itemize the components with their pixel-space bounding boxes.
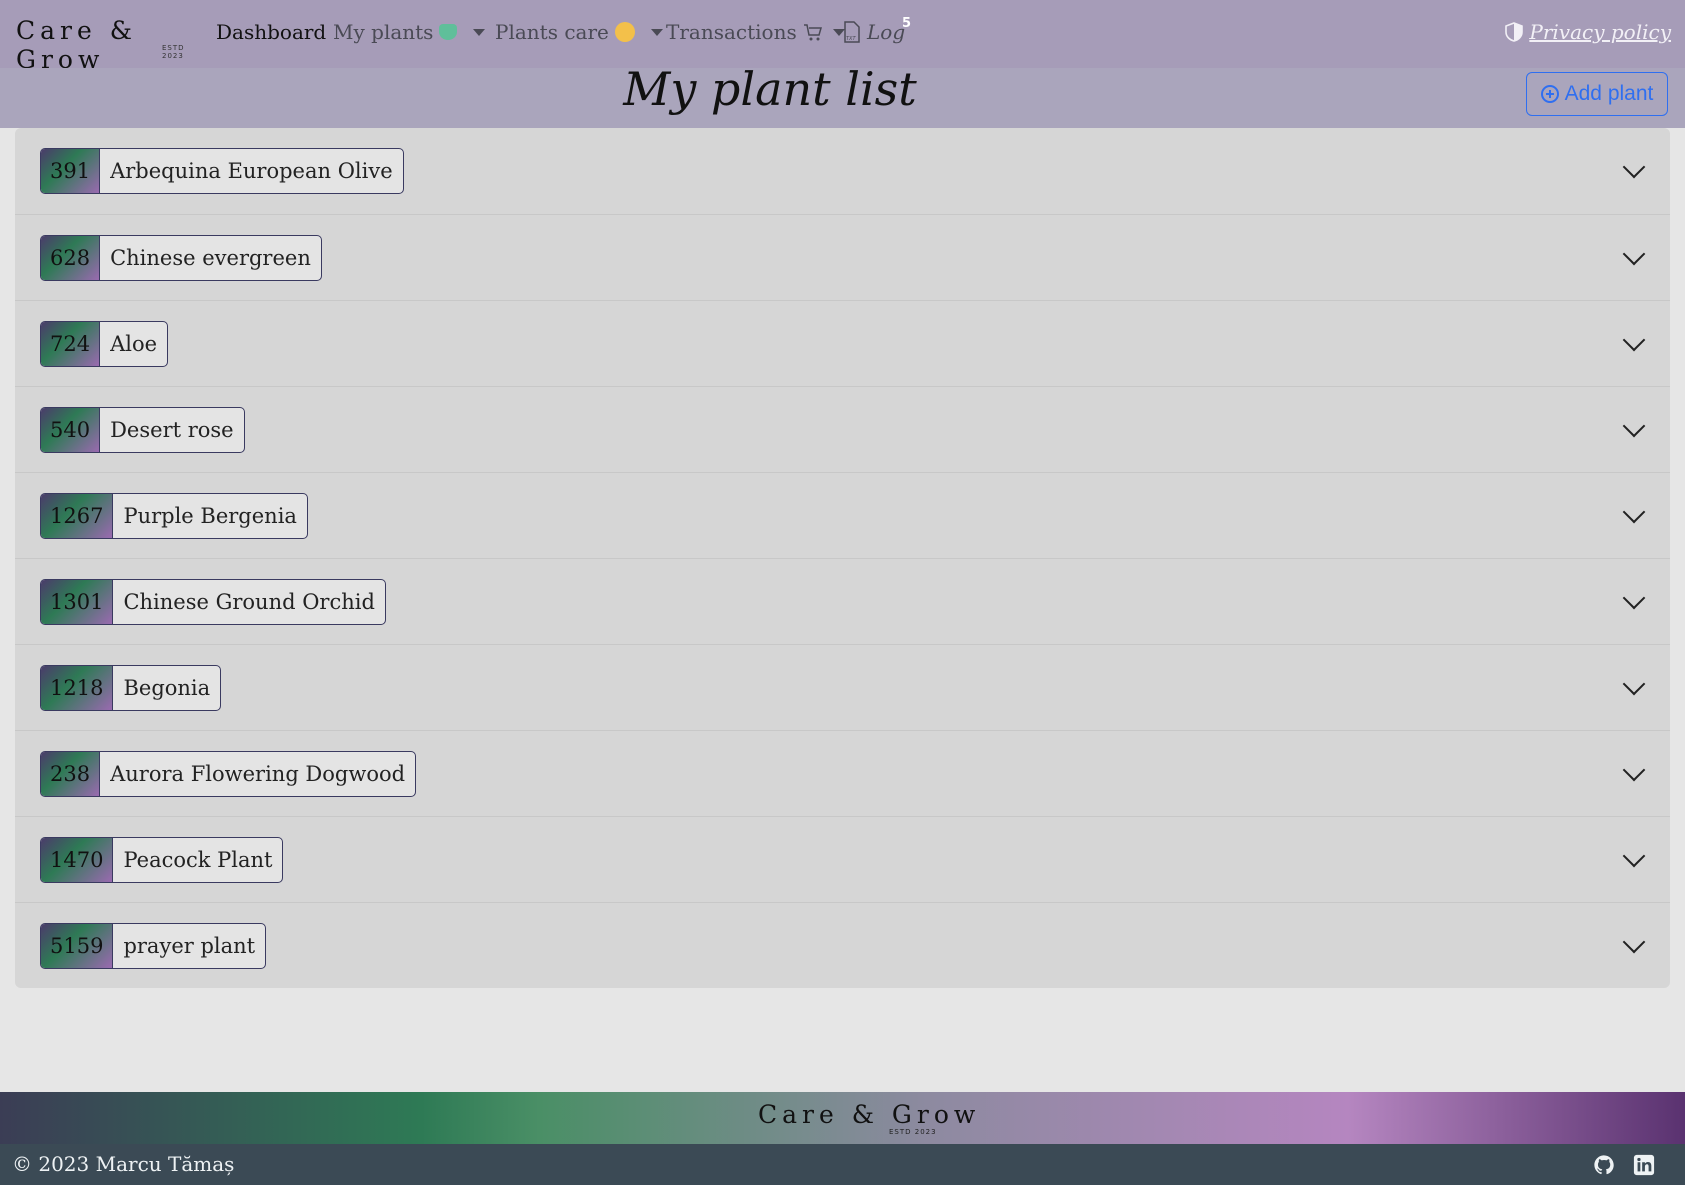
chevron-down-icon[interactable] (1622, 155, 1646, 179)
nav-plants-care-label: Plants care (495, 20, 609, 44)
chevron-down-icon (650, 28, 663, 36)
chevron-down-icon[interactable] (1622, 758, 1646, 782)
chevron-down-icon[interactable] (1622, 586, 1646, 610)
plant-accordion-item[interactable]: 1218 Begonia (15, 644, 1670, 731)
plant-id: 1301 (41, 580, 114, 624)
chevron-down-icon[interactable] (1622, 500, 1646, 524)
plant-accordion-item[interactable]: 628 Chinese evergreen (15, 214, 1670, 301)
add-plant-label: Add plant (1564, 82, 1654, 105)
page-title: My plant list (623, 62, 917, 116)
plant-chip: 724 Aloe (40, 321, 169, 367)
plant-chip: 391 Arbequina European Olive (40, 148, 404, 194)
svg-text:TXT: TXT (846, 36, 856, 42)
plant-name: Purple Bergenia (123, 504, 297, 528)
brand-estd: ESTD 2023 (162, 44, 185, 60)
plant-chip: 5159 prayer plant (40, 923, 267, 969)
plant-id: 628 (41, 236, 101, 280)
plant-name: Aurora Flowering Dogwood (110, 762, 406, 786)
plant-id: 540 (41, 408, 101, 452)
plant-name: Chinese Ground Orchid (123, 590, 375, 614)
txt-file-icon: TXT (844, 21, 860, 43)
plant-name: prayer plant (123, 934, 256, 958)
plant-accordion-item[interactable]: 238 Aurora Flowering Dogwood (15, 730, 1670, 817)
chevron-down-icon[interactable] (1622, 414, 1646, 438)
footer-brand-text: Care & Grow (758, 1100, 981, 1129)
privacy-policy-link[interactable]: Privacy policy (1505, 20, 1671, 44)
plant-chip: 540 Desert rose (40, 407, 245, 453)
brand-logo[interactable]: Care & Grow ESTD 2023 (16, 16, 192, 74)
plant-chip: 1218 Begonia (40, 665, 222, 711)
plant-accordion-item[interactable]: 1267 Purple Bergenia (15, 472, 1670, 559)
copyright-text: © 2023 Marcu Tămaș (12, 1152, 235, 1176)
nav-transactions-label: Transactions (666, 20, 797, 44)
nav-log-label: Log (867, 20, 906, 44)
add-plant-button[interactable]: Add plant (1526, 72, 1668, 116)
chevron-down-icon (473, 28, 486, 36)
plant-name: Aloe (110, 332, 158, 356)
plant-accordion-list: 391 Arbequina European Olive 628 Chinese… (15, 128, 1670, 988)
chevron-down-icon[interactable] (1622, 930, 1646, 954)
chevron-down-icon[interactable] (1622, 672, 1646, 696)
plant-id: 1267 (41, 494, 114, 538)
plant-name: Chinese evergreen (110, 246, 311, 270)
linkedin-icon[interactable] (1633, 1154, 1655, 1176)
plant-name: Peacock Plant (123, 848, 273, 872)
nav-my-plants-dropdown[interactable]: My plants (333, 20, 486, 44)
plant-id: 238 (41, 752, 101, 796)
github-icon[interactable] (1593, 1154, 1615, 1176)
plant-chip: 1267 Purple Bergenia (40, 493, 308, 539)
plant-accordion-item[interactable]: 5159 prayer plant (15, 902, 1670, 989)
nav-my-plants-label: My plants (333, 20, 434, 44)
plant-accordion-item[interactable]: 724 Aloe (15, 300, 1670, 387)
cart-icon (803, 24, 822, 41)
plant-id: 1218 (41, 666, 114, 710)
top-navbar: Care & Grow ESTD 2023 Dashboard My plant… (0, 0, 1685, 74)
chevron-down-icon[interactable] (1622, 328, 1646, 352)
plant-accordion-item[interactable]: 391 Arbequina European Olive (15, 128, 1670, 214)
plant-name: Begonia (123, 676, 211, 700)
plant-chip: 238 Aurora Flowering Dogwood (40, 751, 417, 797)
plant-chip: 1301 Chinese Ground Orchid (40, 579, 386, 625)
nav-log[interactable]: TXT Log (843, 20, 905, 44)
nav-dashboard[interactable]: Dashboard (216, 20, 326, 44)
nav-plants-care-dropdown[interactable]: Plants care (495, 20, 663, 44)
plant-accordion-item[interactable]: 1301 Chinese Ground Orchid (15, 558, 1670, 645)
smiling-face-icon (614, 22, 635, 42)
plant-name: Arbequina European Olive (110, 159, 393, 183)
plant-id: 1470 (41, 838, 114, 882)
plant-accordion-item[interactable]: 540 Desert rose (15, 386, 1670, 473)
plus-circle-icon (1540, 85, 1559, 103)
footer-bar (0, 1144, 1685, 1185)
chevron-down-icon[interactable] (1622, 242, 1646, 266)
plant-id: 724 (41, 322, 101, 366)
chevron-down-icon[interactable] (1622, 844, 1646, 868)
shield-icon (1505, 22, 1524, 42)
nav-dashboard-label: Dashboard (216, 20, 327, 44)
privacy-policy-label: Privacy policy (1529, 20, 1671, 44)
footer-brand-estd: ESTD 2023 (889, 1128, 937, 1136)
nav-transactions-dropdown[interactable]: Transactions (666, 20, 845, 44)
plant-id: 391 (41, 149, 101, 193)
plant-name: Desert rose (110, 418, 234, 442)
green-heart-icon (439, 24, 458, 40)
plant-chip: 628 Chinese evergreen (40, 235, 322, 281)
plant-accordion-item[interactable]: 1470 Peacock Plant (15, 816, 1670, 903)
log-count-badge: 5 (902, 16, 912, 31)
plant-id: 5159 (41, 924, 114, 968)
plant-chip: 1470 Peacock Plant (40, 837, 284, 883)
